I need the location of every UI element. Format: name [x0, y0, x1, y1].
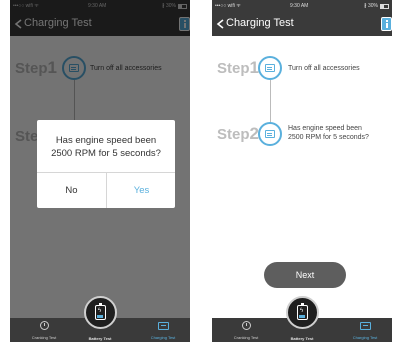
cranking-gauge-icon [40, 321, 49, 330]
nav-bar: Charging Test [212, 12, 392, 36]
cranking-gauge-icon [242, 321, 251, 330]
status-time: 9:30 AM [290, 3, 309, 9]
tab-battery-test[interactable]: ϟ Battery Test [282, 296, 322, 342]
step-2-text: Has engine speed been 2500 RPM for 5 sec… [288, 125, 369, 141]
dialog-yes-button[interactable]: Yes [107, 173, 176, 208]
battery-icon: ϟ [95, 303, 106, 320]
step-1-label: Step1 [217, 58, 259, 77]
battery-tab-circle: ϟ [84, 296, 117, 329]
step-1-text: Turn off all accessories [288, 65, 360, 72]
page-title: Charging Test [226, 17, 294, 29]
step-2-rpm-icon [258, 122, 282, 146]
tab-charging-test[interactable]: Charging Test [342, 318, 388, 342]
tab-cranking-test[interactable]: Cranking Test [226, 318, 266, 342]
tab-cranking-test[interactable]: Cranking Test [24, 318, 64, 342]
battery-icon: ϟ [297, 303, 308, 320]
carrier-signal: •••○○ wifi ᯤ [215, 3, 241, 9]
dialog-message: Has engine speed been 2500 RPM for 5 sec… [51, 135, 161, 159]
phone-screen-steps: •••○○ wifi ᯤ 9:30 AM ∦ 30% Charging Test… [212, 0, 392, 342]
battery-status-icon [380, 3, 389, 9]
step-content: Step1 Turn off all accessories Step2 Has… [212, 36, 392, 318]
tab-battery-test[interactable]: ϟ Battery Test [80, 296, 120, 342]
phone-screen-dialog: •••○○ wifi ᯤ 9:30 AM ∦ 30% Charging Test… [10, 0, 190, 342]
tab-charging-label: Charging Test [150, 335, 176, 340]
tab-cranking-label: Cranking Test [233, 335, 259, 340]
step-1-accessory-icon [258, 56, 282, 80]
step-2-label: Step2 [217, 124, 259, 143]
info-icon[interactable] [381, 17, 392, 31]
tab-cranking-label: Cranking Test [31, 335, 57, 340]
tab-battery-label: Battery Test [290, 336, 314, 341]
next-button[interactable]: Next [264, 262, 346, 288]
charging-icon [360, 322, 371, 330]
charging-icon [158, 322, 169, 330]
tab-battery-label: Battery Test [88, 336, 112, 341]
engine-speed-dialog: Has engine speed been 2500 RPM for 5 sec… [37, 120, 175, 208]
dialog-no-button[interactable]: No [37, 173, 106, 208]
battery-tab-circle: ϟ [286, 296, 319, 329]
status-bar: •••○○ wifi ᯤ 9:30 AM ∦ 30% [212, 0, 392, 12]
back-chevron-icon[interactable] [216, 19, 225, 29]
tab-charging-test[interactable]: Charging Test [140, 318, 186, 342]
step-connector [270, 80, 271, 126]
status-battery-text: ∦ 30% [364, 3, 378, 9]
tab-charging-label: Charging Test [352, 335, 378, 340]
